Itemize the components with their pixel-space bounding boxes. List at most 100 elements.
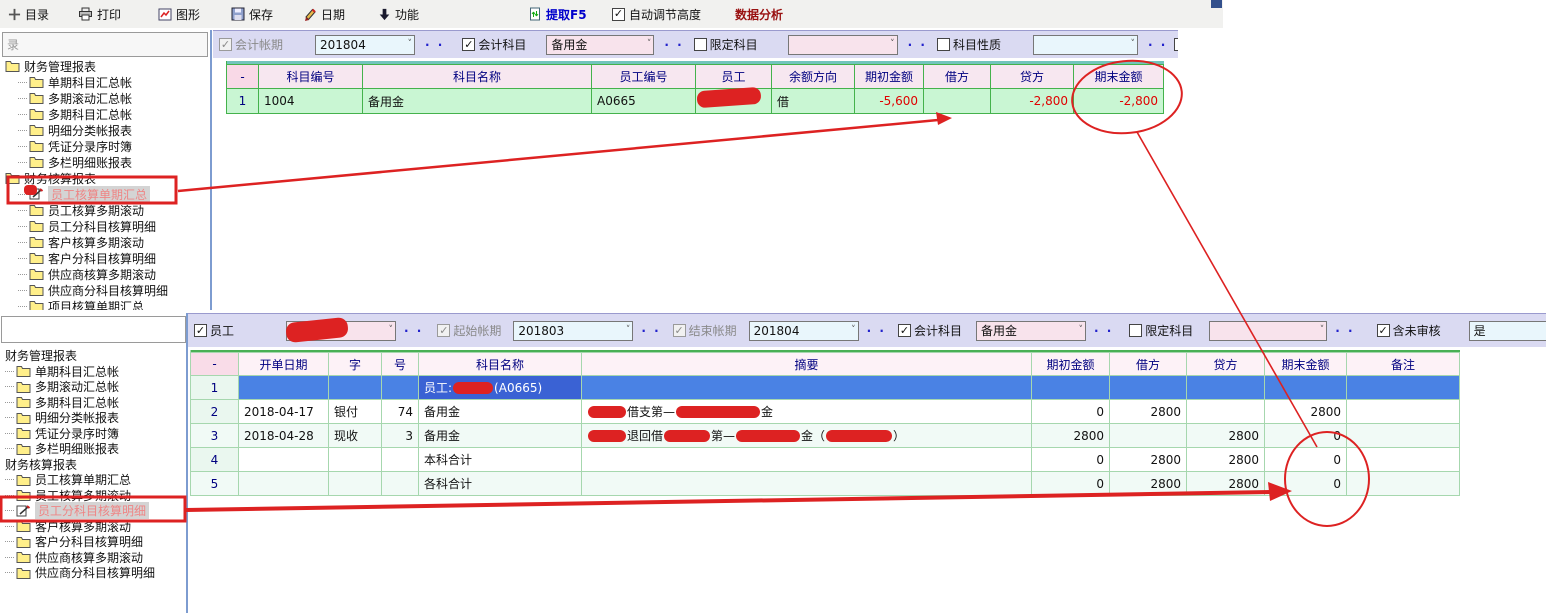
account-subject-combo[interactable]: 备用金˅: [976, 321, 1086, 341]
browse-dots-button[interactable]: · ·: [664, 38, 683, 52]
tree-item[interactable]: 多栏明细账报表: [0, 441, 185, 457]
accounting-period-combo[interactable]: 201804˅: [315, 35, 415, 55]
table-cell[interactable]: 2800: [1110, 448, 1187, 472]
table-cell[interactable]: [582, 472, 1032, 496]
table-row[interactable]: 5各科合计0280028000: [191, 472, 1460, 496]
toolbar-graph-button[interactable]: 图形: [158, 0, 200, 28]
account-subject-checkbox[interactable]: [462, 38, 475, 51]
table-cell[interactable]: 5: [191, 472, 239, 496]
table-cell[interactable]: [239, 472, 329, 496]
table-cell[interactable]: 银付: [329, 400, 382, 424]
toolbar-directory-button[interactable]: 目录: [8, 0, 49, 28]
subject-nature-checkbox[interactable]: [937, 38, 950, 51]
tree-item[interactable]: 多期科目汇总帐: [0, 395, 185, 411]
chevron-down-icon[interactable]: ˅: [1078, 325, 1083, 335]
tree-item[interactable]: 单期科目汇总帐: [0, 74, 209, 90]
column-header[interactable]: 字: [329, 352, 382, 376]
tree-item-selected[interactable]: 员工核算单期汇总: [0, 186, 209, 202]
table-cell[interactable]: 2800: [1110, 400, 1187, 424]
tree-item[interactable]: 明细分类帐报表: [0, 410, 185, 426]
column-header[interactable]: 借方: [1110, 352, 1187, 376]
tree-item[interactable]: 多期滚动汇总帐: [0, 90, 209, 106]
table-cell[interactable]: 0: [1032, 448, 1110, 472]
table-cell[interactable]: 备用金: [419, 424, 582, 448]
table-row[interactable]: 4本科合计0280028000: [191, 448, 1460, 472]
table-row-selected[interactable]: 1 员工:(A0665): [191, 376, 1460, 400]
table-cell[interactable]: 现收: [329, 424, 382, 448]
tree-item[interactable]: 客户核算多期滚动: [0, 519, 185, 535]
column-header[interactable]: 贷方: [1187, 352, 1265, 376]
include-unaudited-checkbox[interactable]: [1377, 324, 1390, 337]
column-header[interactable]: 余额方向: [772, 64, 855, 89]
table-cell[interactable]: A0665: [592, 89, 696, 114]
end-period-combo[interactable]: 201804˅: [749, 321, 859, 341]
tree-item[interactable]: 多期滚动汇总帐: [0, 379, 185, 395]
table-cell[interactable]: [1347, 424, 1460, 448]
browse-dots-button[interactable]: · ·: [1335, 324, 1354, 338]
table-row[interactable]: 32018-04-28现收3备用金 退回借第—金（）280028000: [191, 424, 1460, 448]
limit-subject-filter[interactable]: 限定科目: [694, 36, 758, 53]
chevron-down-icon[interactable]: ˅: [1130, 39, 1135, 49]
table-cell[interactable]: [1347, 400, 1460, 424]
subject-clipped-filter[interactable]: 科目: [1174, 36, 1178, 53]
tree-item[interactable]: 单期科目汇总帐: [0, 364, 185, 380]
table-cell[interactable]: 0: [1265, 424, 1347, 448]
chevron-down-icon[interactable]: ˅: [890, 39, 895, 49]
tree-item[interactable]: 财务核算报表: [0, 170, 209, 186]
limit-subject-combo[interactable]: ˅: [788, 35, 898, 55]
subject-nature-filter[interactable]: 科目性质: [937, 36, 1001, 53]
table-cell[interactable]: [329, 376, 382, 400]
table-cell[interactable]: [1187, 376, 1265, 400]
browse-dots-button[interactable]: · ·: [1094, 324, 1113, 338]
employee-combo[interactable]: ˅: [286, 321, 396, 341]
table-cell[interactable]: -2,800: [991, 89, 1074, 114]
tree-item[interactable]: 财务管理报表: [0, 348, 185, 364]
chevron-down-icon[interactable]: ˅: [626, 325, 631, 335]
browse-dots-button[interactable]: · ·: [1148, 38, 1167, 52]
table-cell[interactable]: 0: [1032, 472, 1110, 496]
browse-dots-button[interactable]: · ·: [867, 324, 886, 338]
table-cell[interactable]: 借: [772, 89, 855, 114]
toolbar-data-analysis-button[interactable]: 数据分析: [735, 0, 783, 28]
tree-item[interactable]: 多期科目汇总帐: [0, 106, 209, 122]
table-cell[interactable]: [582, 376, 1032, 400]
chevron-down-icon[interactable]: ˅: [647, 39, 652, 49]
account-subject-filter[interactable]: 会计科目: [898, 322, 962, 339]
table-cell[interactable]: [1347, 448, 1460, 472]
tree-item[interactable]: 凭证分录序时簿: [0, 426, 185, 442]
column-header[interactable]: -: [191, 352, 239, 376]
table-cell[interactable]: 2800: [1110, 472, 1187, 496]
account-subject-combo[interactable]: 备用金˅: [546, 35, 654, 55]
table-cell[interactable]: 2: [191, 400, 239, 424]
table-cell[interactable]: [239, 448, 329, 472]
employee-filter[interactable]: 员工: [194, 322, 234, 339]
table-cell[interactable]: 4: [191, 448, 239, 472]
toolbar-date-button[interactable]: 日期: [303, 0, 345, 28]
auto-height-checkbox[interactable]: [612, 8, 625, 21]
table-cell[interactable]: 74: [382, 400, 419, 424]
tree-item[interactable]: 员工核算多期滚动: [0, 202, 209, 218]
column-header[interactable]: 备注: [1347, 352, 1460, 376]
bottom-tree-search-box[interactable]: [1, 316, 186, 343]
tree-item[interactable]: 供应商分科目核算明细: [0, 282, 209, 298]
toolbar-print-button[interactable]: 打印: [78, 0, 121, 28]
table-cell[interactable]: 员工:(A0665): [419, 376, 582, 400]
table-cell[interactable]: 2800: [1187, 448, 1265, 472]
column-header[interactable]: -: [227, 64, 259, 89]
tree-item[interactable]: 供应商分科目核算明细: [0, 565, 185, 581]
table-cell[interactable]: [329, 448, 382, 472]
tree-item[interactable]: 客户分科目核算明细: [0, 250, 209, 266]
column-header[interactable]: 摘要: [582, 352, 1032, 376]
column-header[interactable]: 科目名称: [419, 352, 582, 376]
table-cell[interactable]: [582, 448, 1032, 472]
column-header[interactable]: 号: [382, 352, 419, 376]
table-cell[interactable]: 借支第—金: [582, 400, 1032, 424]
include-unaudited-filter[interactable]: 含未审核: [1377, 322, 1441, 339]
column-header[interactable]: 贷方: [991, 64, 1074, 89]
chevron-down-icon[interactable]: ˅: [389, 325, 394, 335]
toolbar-extract-f5-button[interactable]: 提取F5: [528, 0, 587, 28]
table-cell[interactable]: [1347, 376, 1460, 400]
table-cell[interactable]: 1: [191, 376, 239, 400]
tree-item[interactable]: 员工核算单期汇总: [0, 472, 185, 488]
tree-item[interactable]: 多栏明细账报表: [0, 154, 209, 170]
